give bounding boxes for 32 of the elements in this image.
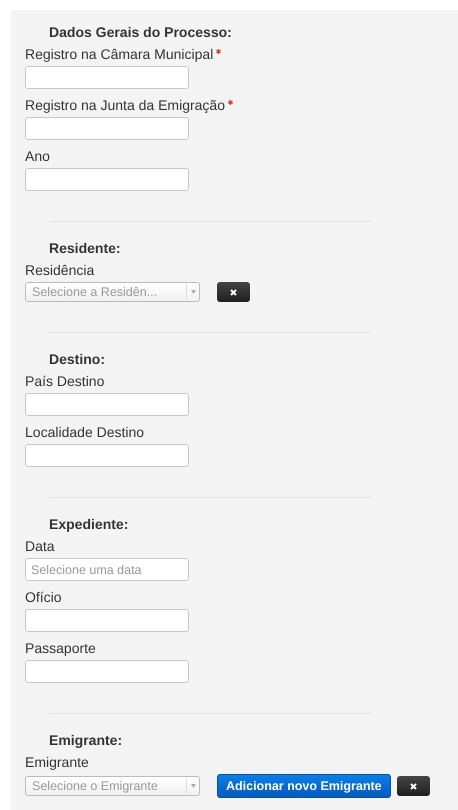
field-label: Registro na Junta da Emigração bbox=[25, 97, 233, 113]
section-title: Dados Gerais do Processo: bbox=[49, 24, 233, 40]
text-field[interactable] bbox=[25, 444, 189, 467]
dropdown-arrow-icon bbox=[190, 784, 196, 788]
field-label: Passaporte bbox=[25, 640, 96, 656]
text-field[interactable] bbox=[25, 168, 189, 191]
clear-button[interactable] bbox=[217, 282, 250, 302]
field-label: Data bbox=[25, 538, 55, 554]
field-label: Registro na Câmara Municipal bbox=[25, 46, 222, 62]
select-dropdown[interactable]: Selecione a Residên... bbox=[25, 282, 200, 302]
section-title: Residente: bbox=[49, 240, 122, 256]
section-title: Emigrante: bbox=[49, 732, 124, 748]
select-dropdown[interactable]: Selecione o Emigrante bbox=[25, 776, 200, 796]
dropdown-arrow-icon bbox=[190, 290, 196, 294]
text-field[interactable] bbox=[25, 660, 189, 683]
field-label: Localidade Destino bbox=[25, 424, 144, 440]
field-label: Ano bbox=[25, 148, 50, 164]
text-field[interactable] bbox=[25, 66, 189, 89]
close-icon bbox=[410, 782, 417, 790]
section-title: Destino: bbox=[49, 351, 106, 367]
section-title: Expediente: bbox=[49, 516, 130, 532]
text-field[interactable] bbox=[25, 393, 189, 416]
field-label: Residência bbox=[25, 262, 94, 278]
add-button[interactable]: Adicionar novo Emigrante bbox=[217, 774, 391, 798]
text-field[interactable] bbox=[25, 609, 189, 632]
field-label: Emigrante bbox=[25, 754, 89, 770]
date-field[interactable]: Selecione uma data bbox=[25, 558, 189, 581]
clear-button[interactable] bbox=[396, 776, 430, 796]
field-label: Ofício bbox=[25, 589, 62, 605]
close-icon bbox=[230, 288, 237, 296]
text-field[interactable] bbox=[25, 117, 189, 140]
field-label: País Destino bbox=[25, 373, 104, 389]
